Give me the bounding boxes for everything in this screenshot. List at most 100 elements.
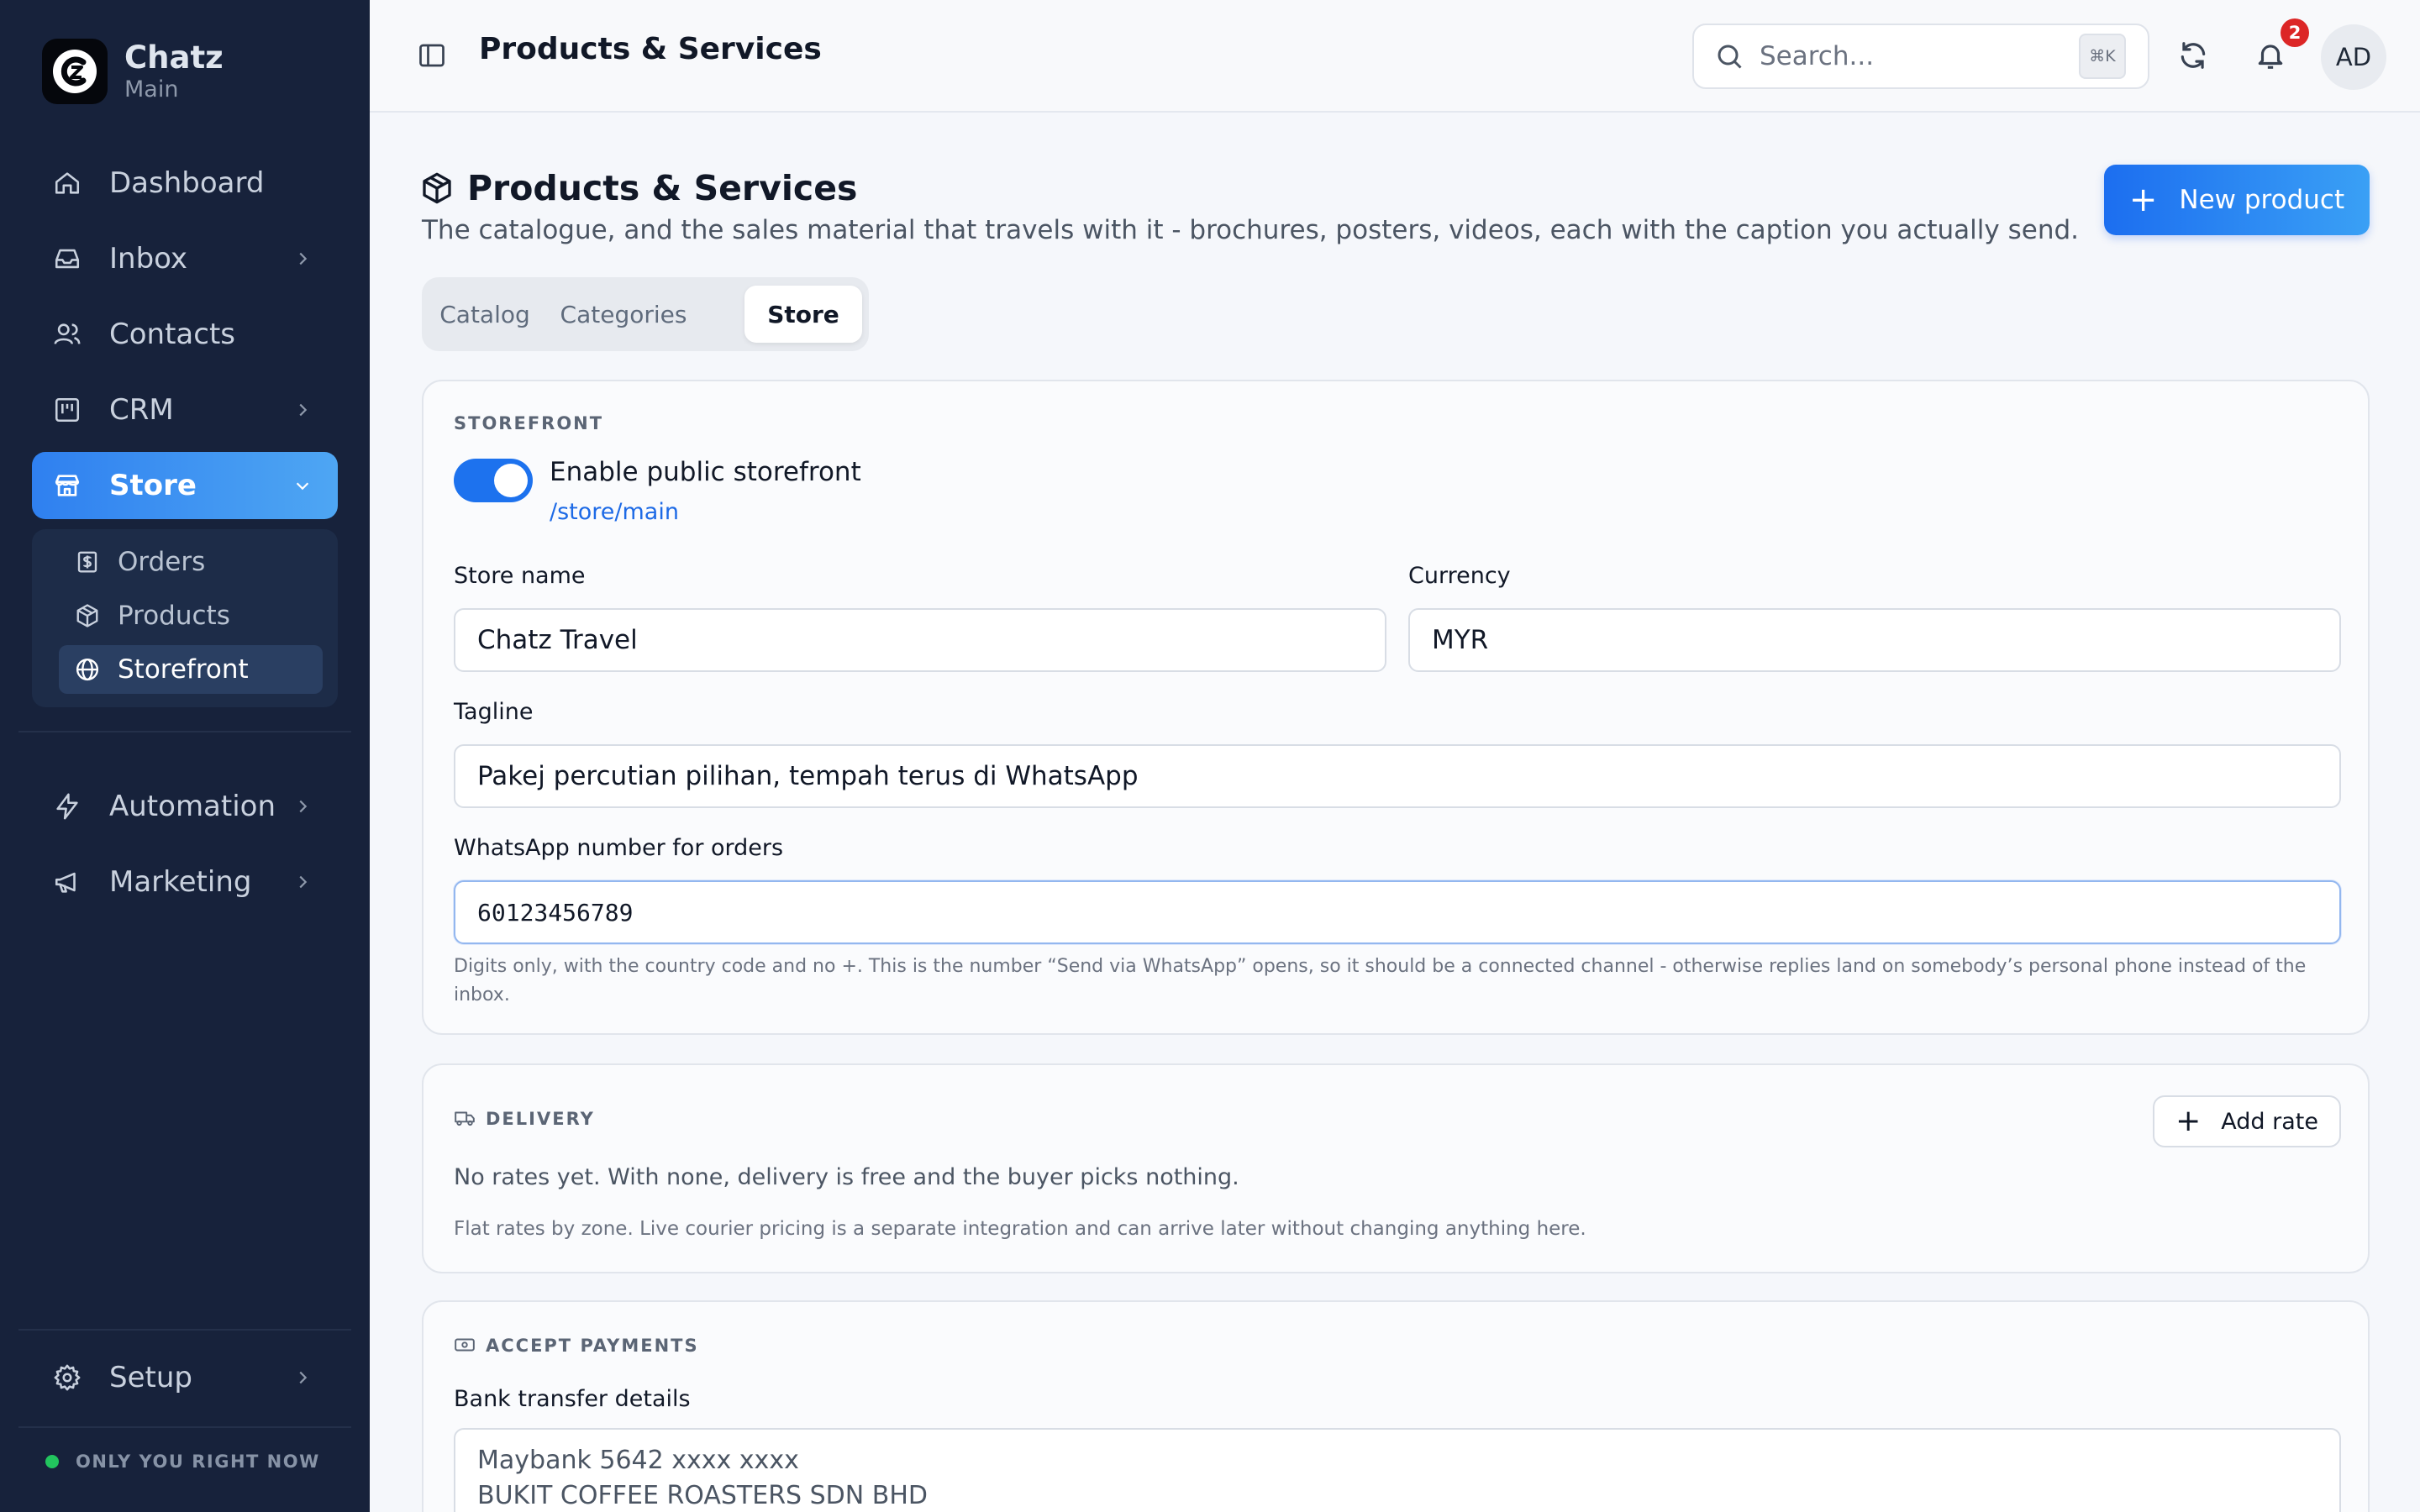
search-placeholder: Search... bbox=[1760, 41, 1875, 71]
chevron-down-icon bbox=[291, 474, 314, 497]
sidebar-item-label: Setup bbox=[109, 1361, 192, 1394]
workspace-name: Main bbox=[124, 76, 179, 102]
sidebar-item-label: Dashboard bbox=[109, 166, 265, 200]
receipt-icon bbox=[74, 549, 101, 575]
delivery-empty-text: No rates yet. With none, delivery is fre… bbox=[454, 1164, 1239, 1190]
store-name-input[interactable]: Chatz Travel bbox=[454, 608, 1386, 672]
notification-badge: 2 bbox=[2281, 18, 2309, 47]
brand-name: Chatz bbox=[124, 39, 224, 76]
tagline-input[interactable]: Pakej percutian pilihan, tempah terus di… bbox=[454, 744, 2341, 808]
section-label-text: DELIVERY bbox=[486, 1109, 595, 1129]
package-icon bbox=[74, 602, 101, 629]
sidebar-item-label: Contacts bbox=[109, 318, 235, 351]
plus-icon: + bbox=[2175, 1104, 2202, 1138]
lightning-icon bbox=[52, 791, 82, 822]
new-product-button[interactable]: + New product bbox=[2104, 165, 2370, 235]
whatsapp-hint: Digits only, with the country code and n… bbox=[454, 956, 2307, 1005]
sidebar-item-marketing[interactable]: Marketing bbox=[32, 848, 338, 916]
bank-line-1: Maybank 5642 xxxx xxxx bbox=[477, 1446, 799, 1475]
sidebar-item-label: Marketing bbox=[109, 865, 252, 899]
section-label-delivery: DELIVERY bbox=[454, 1107, 595, 1131]
sidebar-item-label: CRM bbox=[109, 393, 174, 427]
store-name-label: Store name bbox=[454, 563, 586, 589]
storefront-toggle-label: Enable public storefront bbox=[550, 457, 861, 487]
currency-label: Currency bbox=[1408, 563, 1511, 589]
delivery-note: Flat rates by zone. Live courier pricing… bbox=[454, 1218, 1586, 1240]
globe-icon bbox=[74, 656, 101, 683]
section-label-text: ACCEPT PAYMENTS bbox=[486, 1336, 699, 1356]
bank-details-textarea[interactable]: Maybank 5642 xxxx xxxx BUKIT COFFEE ROAS… bbox=[454, 1428, 2341, 1512]
inbox-icon bbox=[52, 244, 82, 274]
refresh-icon bbox=[2181, 42, 2206, 69]
sidebar-item-automation[interactable]: Automation bbox=[32, 773, 338, 840]
top-bar: Products & Services Search... ⌘K 2 AD bbox=[370, 0, 2420, 113]
megaphone-icon bbox=[52, 867, 82, 897]
store-icon bbox=[52, 470, 82, 501]
sidebar-item-contacts[interactable]: Contacts bbox=[32, 301, 338, 368]
truck-icon bbox=[454, 1107, 477, 1131]
sidebar-subitem-label: Products bbox=[118, 601, 230, 631]
shortcut-hint: ⌘K bbox=[2079, 34, 2126, 79]
sidebar-divider bbox=[18, 1426, 351, 1428]
presence-text: ONLY YOU RIGHT NOW bbox=[76, 1452, 320, 1472]
whatsapp-number-input[interactable]: 60123456789 bbox=[454, 880, 2341, 944]
delivery-card: DELIVERY + Add rate No rates yet. With n… bbox=[422, 1063, 2370, 1273]
brand[interactable]: Chatz Main bbox=[42, 39, 224, 104]
page-title: Products & Services bbox=[467, 168, 858, 208]
bank-details-label: Bank transfer details bbox=[454, 1386, 691, 1412]
contacts-icon bbox=[52, 319, 82, 349]
chevron-right-icon bbox=[291, 247, 314, 270]
sidebar-item-dashboard[interactable]: Dashboard bbox=[32, 150, 338, 217]
package-icon bbox=[420, 171, 454, 205]
sidebar-toggle-icon[interactable] bbox=[417, 40, 447, 71]
sidebar-item-inbox[interactable]: Inbox bbox=[32, 225, 338, 292]
section-label-storefront: STOREFRONT bbox=[454, 413, 604, 433]
avatar[interactable]: AD bbox=[2321, 24, 2386, 90]
sidebar-divider bbox=[18, 1329, 351, 1331]
currency-input[interactable]: MYR bbox=[1408, 608, 2341, 672]
gear-icon bbox=[52, 1362, 82, 1393]
presence-indicator: ONLY YOU RIGHT NOW bbox=[45, 1452, 320, 1472]
plus-icon: + bbox=[2128, 181, 2158, 219]
section-label-payments: ACCEPT PAYMENTS bbox=[454, 1334, 699, 1357]
tab-store[interactable]: Store bbox=[744, 286, 862, 343]
tab-catalog[interactable]: Catalog bbox=[434, 286, 536, 343]
online-dot-icon bbox=[45, 1455, 59, 1468]
storefront-toggle[interactable] bbox=[454, 459, 533, 502]
sidebar-item-crm[interactable]: CRM bbox=[32, 376, 338, 444]
chevron-right-icon bbox=[291, 870, 314, 894]
sidebar-subitem-storefront[interactable]: Storefront bbox=[59, 645, 323, 694]
add-rate-label: Add rate bbox=[2221, 1108, 2318, 1135]
bell-icon bbox=[2258, 45, 2283, 69]
tagline-label: Tagline bbox=[454, 699, 534, 725]
chevron-right-icon bbox=[291, 398, 314, 422]
sidebar-item-label: Automation bbox=[109, 790, 276, 823]
sidebar-subitem-label: Orders bbox=[118, 547, 206, 577]
search-input[interactable]: Search... ⌘K bbox=[1692, 24, 2149, 89]
store-subnav: Orders Products Storefront bbox=[32, 529, 338, 707]
sidebar-item-setup[interactable]: Setup bbox=[32, 1344, 338, 1411]
sidebar-item-store[interactable]: Store bbox=[32, 452, 338, 519]
storefront-link[interactable]: /store/main bbox=[550, 499, 679, 525]
page-heading: Products & Services bbox=[420, 168, 857, 208]
header-title: Products & Services bbox=[479, 32, 822, 66]
new-product-label: New product bbox=[2179, 185, 2345, 215]
sidebar: Chatz Main Dashboard Inbox Contacts CRM bbox=[0, 0, 370, 1512]
home-icon bbox=[52, 168, 82, 198]
kanban-icon bbox=[52, 395, 82, 425]
page-subtitle: The catalogue, and the sales material th… bbox=[422, 215, 2079, 245]
storefront-card: STOREFRONT Enable public storefront /sto… bbox=[422, 380, 2370, 1035]
sidebar-item-label: Inbox bbox=[109, 242, 188, 276]
sidebar-subitem-products[interactable]: Products bbox=[59, 591, 355, 640]
refresh-button[interactable] bbox=[2170, 32, 2217, 79]
chatz-logo-icon bbox=[42, 39, 108, 104]
search-icon bbox=[1714, 41, 1744, 71]
tab-categories[interactable]: Categories bbox=[548, 286, 699, 343]
sidebar-subitem-orders[interactable]: Orders bbox=[59, 538, 355, 586]
bank-line-2: BUKIT COFFEE ROASTERS SDN BHD bbox=[477, 1481, 929, 1510]
add-rate-button[interactable]: + Add rate bbox=[2153, 1095, 2341, 1147]
sidebar-divider bbox=[18, 731, 351, 732]
whatsapp-label: WhatsApp number for orders bbox=[454, 835, 784, 861]
toggle-knob bbox=[494, 464, 528, 497]
tab-bar: Catalog Categories Store bbox=[422, 277, 869, 351]
